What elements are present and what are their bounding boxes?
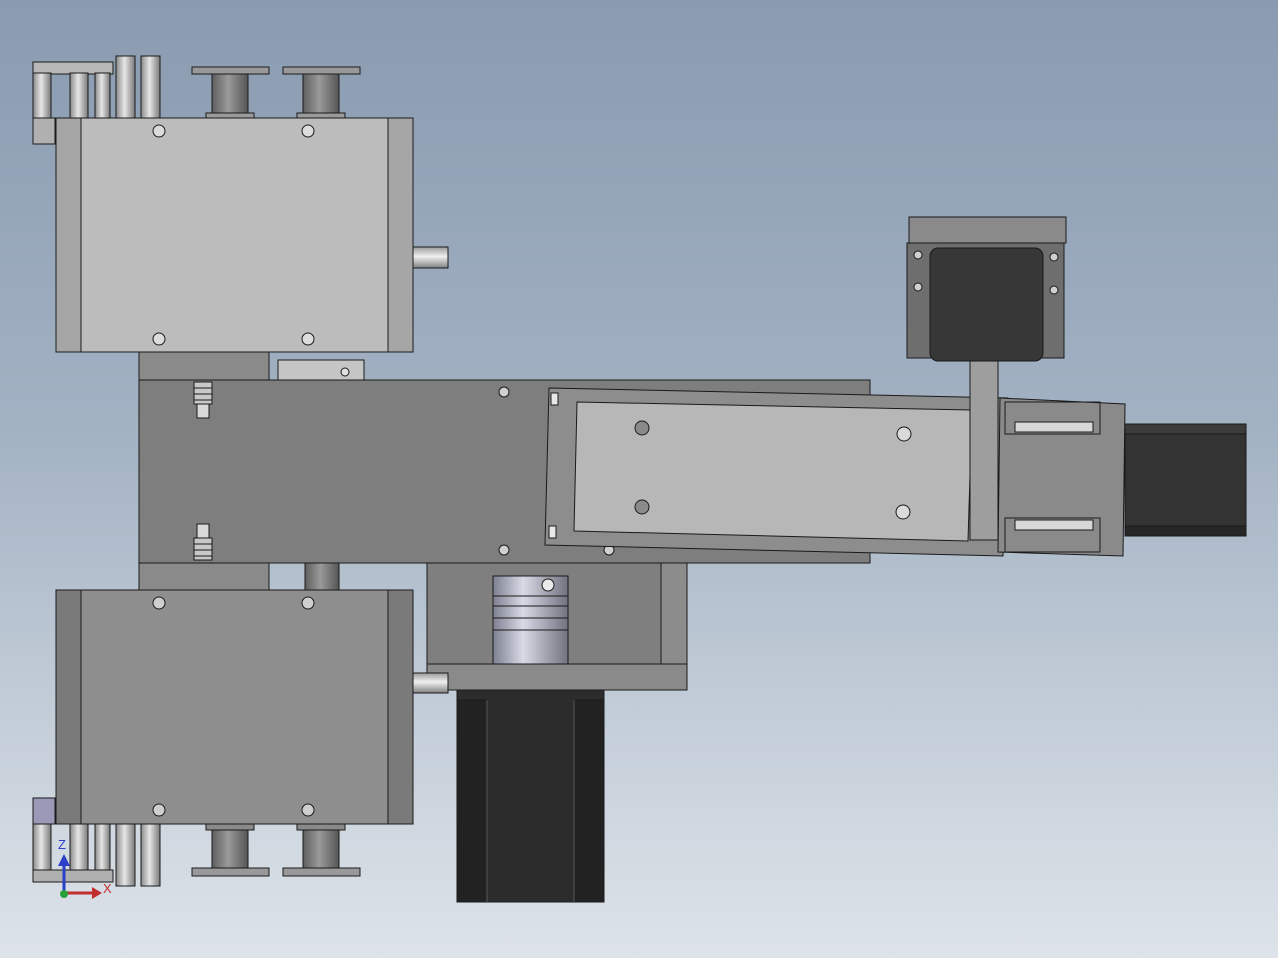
top-flange-posts: [191, 66, 361, 119]
linear-module: [544, 387, 1247, 557]
cad-viewport[interactable]: Z X: [0, 0, 1278, 958]
z-axis-label: Z: [58, 837, 66, 852]
coupling-housing: [426, 562, 688, 691]
bottom-gearbox: [55, 589, 449, 825]
lower-motor: [456, 689, 605, 903]
top-gearbox: [55, 117, 449, 353]
bottom-flange-posts: [191, 823, 361, 877]
x-axis-label: X: [103, 881, 112, 896]
assembly-drawing: [32, 55, 1247, 903]
